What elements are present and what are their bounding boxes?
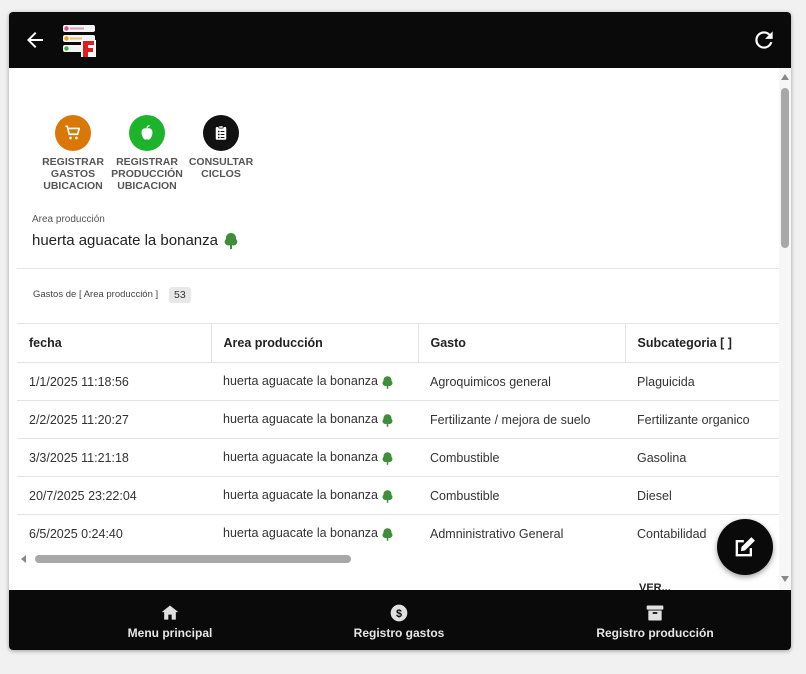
table-cell-text: 20/7/2025 23:22:04 xyxy=(29,488,137,503)
nav-registro-produccion[interactable]: Registro producción xyxy=(580,590,730,650)
table-cell: huerta aguacate la bonanza xyxy=(211,476,418,515)
main-content: REGISTRAR GASTOS UBICACION REGISTRAR PRO… xyxy=(9,68,779,590)
table-cell: huerta aguacate la bonanza xyxy=(211,514,418,552)
table-cell-text: Agroquimicos general xyxy=(430,374,551,389)
table-cell: Admninistrativo General xyxy=(418,514,625,552)
table-cell: Gasolina xyxy=(625,438,779,477)
tree-icon xyxy=(382,527,393,541)
table-cell: 1/1/2025 11:18:56 xyxy=(17,362,211,401)
table-cell: Combustible xyxy=(418,438,625,477)
section-divider xyxy=(17,268,779,269)
table-header-row: fecha Area producción Gasto Subcategoria… xyxy=(17,323,779,363)
column-header-fecha[interactable]: fecha xyxy=(17,323,212,363)
table-row[interactable]: 6/5/2025 0:24:40 huerta aguacate la bonan… xyxy=(17,514,779,552)
table-cell-text: 1/1/2025 11:18:56 xyxy=(29,374,129,389)
table-cell: Fertilizante organico xyxy=(625,400,779,439)
table-row[interactable]: 2/2/2025 11:20:27 huerta aguacate la bona… xyxy=(17,400,779,439)
scroll-up-icon[interactable] xyxy=(781,74,789,80)
register-expenses-button[interactable]: REGISTRAR GASTOS UBICACION xyxy=(33,115,113,192)
expenses-table: fecha Area producción Gasto Subcategoria… xyxy=(17,323,779,552)
table-cell: Fertilizante / mejora de suelo xyxy=(418,400,625,439)
register-production-button[interactable]: REGISTRAR PRODUCCIÓN UBICACION xyxy=(107,115,187,192)
column-header-gasto[interactable]: Gasto xyxy=(418,323,626,363)
scroll-down-icon[interactable] xyxy=(781,576,789,582)
consult-cycles-button[interactable]: CONSULTAR CICLOS xyxy=(181,115,261,180)
table-cell: huerta aguacate la bonanza xyxy=(211,362,418,401)
table-cell-text: huerta aguacate la bonanza xyxy=(223,526,378,541)
consult-cycles-label: CONSULTAR CICLOS xyxy=(188,156,254,180)
expenses-count-badge: 53 xyxy=(169,287,191,303)
dollar-icon: $ xyxy=(390,604,408,622)
horizontal-scrollbar[interactable] xyxy=(17,552,779,566)
tree-icon xyxy=(224,232,238,249)
bottom-navigation: Menu principal $ Registro gastos Registr… xyxy=(9,590,791,650)
nav-menu-principal-label: Menu principal xyxy=(127,626,213,640)
scroll-left-icon[interactable] xyxy=(21,555,26,563)
edit-icon xyxy=(735,537,755,557)
table-cell-text: Gasolina xyxy=(637,450,687,465)
table-cell: 2/2/2025 11:20:27 xyxy=(17,400,211,439)
table-cell-text: huerta aguacate la bonanza xyxy=(223,488,378,503)
tree-icon xyxy=(382,375,393,389)
nav-menu-principal[interactable]: Menu principal xyxy=(105,590,235,650)
table-cell-text: huerta aguacate la bonanza xyxy=(223,374,378,389)
table-cell-text: Plaguicida xyxy=(637,374,695,389)
app-window: REGISTRAR GASTOS UBICACION REGISTRAR PRO… xyxy=(9,12,791,650)
tree-icon xyxy=(382,413,393,427)
nav-registro-produccion-label: Registro producción xyxy=(596,626,714,640)
archive-icon xyxy=(646,605,664,621)
table-cell: Combustible xyxy=(418,476,625,515)
nav-registro-gastos[interactable]: $ Registro gastos xyxy=(334,590,464,650)
table-cell: 3/3/2025 11:21:18 xyxy=(17,438,211,477)
table-cell: Plaguicida xyxy=(625,362,779,401)
table-cell: 6/5/2025 0:24:40 xyxy=(17,514,211,552)
column-header-area[interactable]: Area producción xyxy=(211,323,419,363)
horizontal-scroll-thumb[interactable] xyxy=(35,555,351,563)
table-cell-text: Combustible xyxy=(430,488,500,503)
cart-icon xyxy=(55,115,91,151)
partially-hidden-text: VER... xyxy=(639,582,671,590)
register-production-label: REGISTRAR PRODUCCIÓN UBICACION xyxy=(111,156,183,192)
table-cell: 20/7/2025 23:22:04 xyxy=(17,476,211,515)
vertical-scrollbar[interactable] xyxy=(779,68,791,590)
area-field-value[interactable]: huerta aguacate la bonanza xyxy=(32,232,238,249)
refresh-icon[interactable] xyxy=(751,27,777,53)
clipboard-icon xyxy=(203,115,239,151)
table-cell-text: 2/2/2025 11:20:27 xyxy=(29,412,129,427)
table-cell-text: 3/3/2025 11:21:18 xyxy=(29,450,129,465)
app-logo xyxy=(63,25,96,57)
table-cell-text: Combustible xyxy=(430,450,500,465)
table-cell-text: Admninistrativo General xyxy=(430,526,564,541)
back-arrow-icon[interactable] xyxy=(23,28,47,52)
table-cell: huerta aguacate la bonanza xyxy=(211,400,418,439)
table-row[interactable]: 3/3/2025 11:21:18 huerta aguacate la bona… xyxy=(17,438,779,477)
table-cell-text: Diesel xyxy=(637,488,672,503)
tree-icon xyxy=(382,451,393,465)
apple-icon xyxy=(129,115,165,151)
expenses-label: Gastos de [ Area producción ] xyxy=(33,289,159,300)
vertical-scroll-thumb[interactable] xyxy=(781,88,789,248)
edit-fab-button[interactable] xyxy=(717,519,773,575)
table-cell-text: Contabilidad xyxy=(637,526,707,541)
register-expenses-label: REGISTRAR GASTOS UBICACION xyxy=(42,156,104,192)
svg-text:$: $ xyxy=(396,608,402,620)
column-header-subcategoria[interactable]: Subcategoria [ ] xyxy=(625,323,779,363)
table-cell-text: huerta aguacate la bonanza xyxy=(223,450,378,465)
table-cell: Diesel xyxy=(625,476,779,515)
table-cell-text: Fertilizante / mejora de suelo xyxy=(430,412,591,427)
tree-icon xyxy=(382,489,393,503)
table-cell-text: 6/5/2025 0:24:40 xyxy=(29,526,123,541)
table-cell: Agroquimicos general xyxy=(418,362,625,401)
top-app-bar xyxy=(9,12,791,68)
table-row[interactable]: 1/1/2025 11:18:56 huerta aguacate la bona… xyxy=(17,362,779,401)
area-field-label: Area producción xyxy=(32,214,105,225)
home-icon xyxy=(161,605,179,620)
table-row[interactable]: 20/7/2025 23:22:04 huerta aguacate la bon… xyxy=(17,476,779,515)
table-cell-text: huerta aguacate la bonanza xyxy=(223,412,378,427)
nav-registro-gastos-label: Registro gastos xyxy=(353,626,445,640)
table-cell: huerta aguacate la bonanza xyxy=(211,438,418,477)
area-value-text: huerta aguacate la bonanza xyxy=(32,232,218,249)
table-cell-text: Fertilizante organico xyxy=(637,412,750,427)
